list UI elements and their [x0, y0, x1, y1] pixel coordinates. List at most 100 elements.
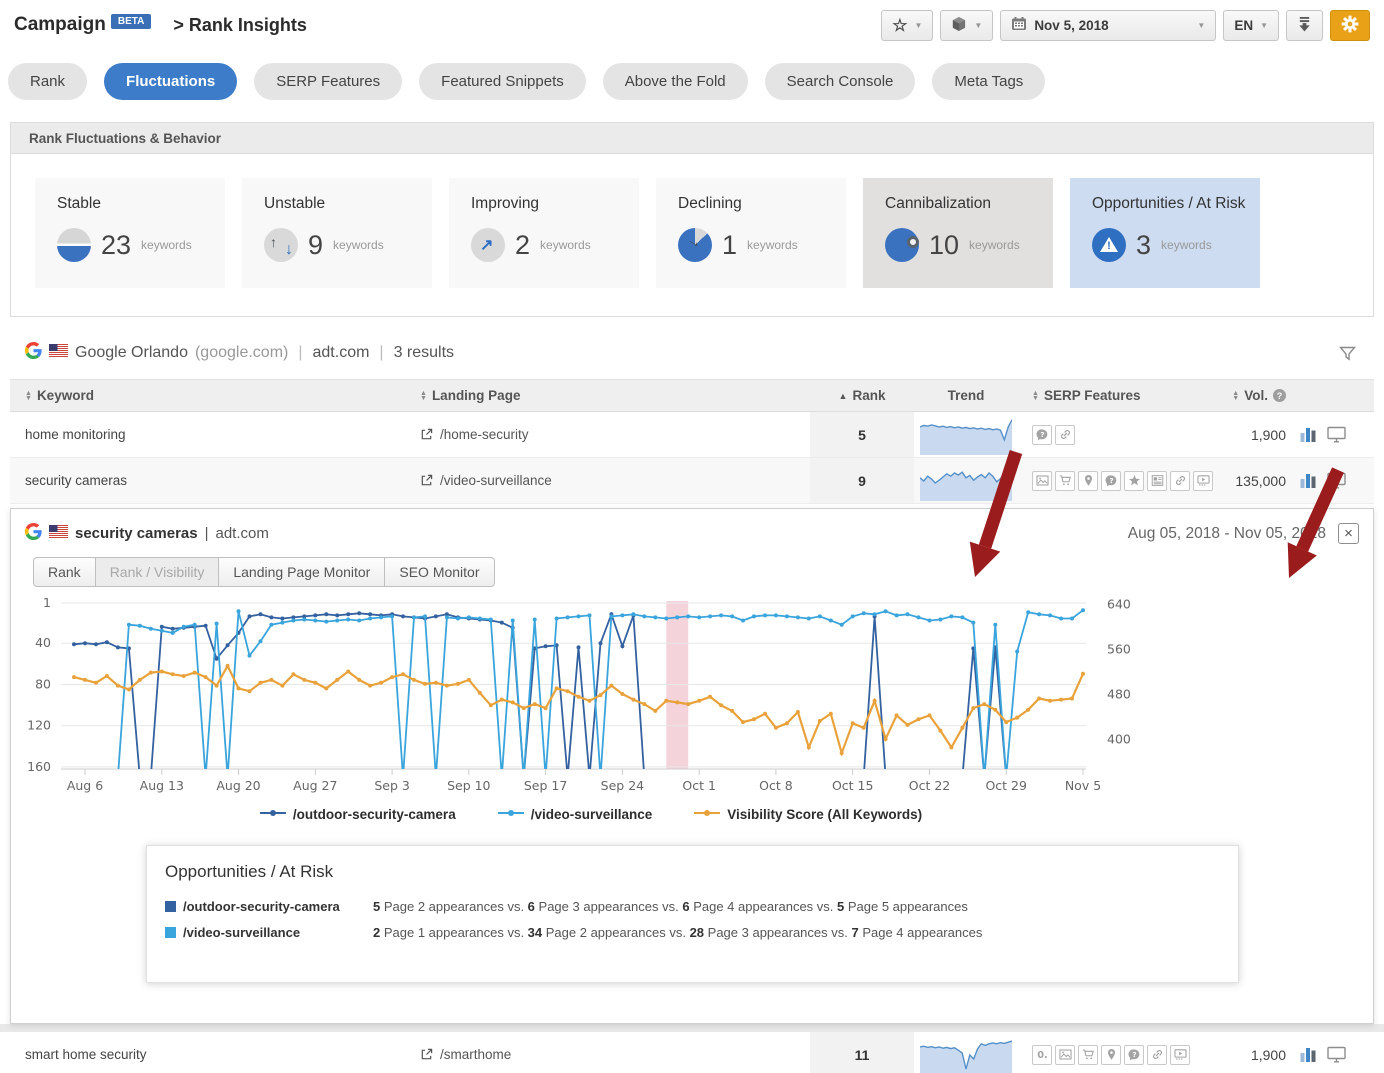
- card-count: 23: [101, 230, 131, 261]
- card-unit: keywords: [1161, 238, 1212, 252]
- tab-search-console[interactable]: Search Console: [765, 63, 916, 100]
- series-swatch: [165, 927, 176, 938]
- svg-text:Aug 20: Aug 20: [216, 778, 260, 793]
- serp-preview-icon[interactable]: [1327, 472, 1346, 489]
- detail-tab-rank-visibility[interactable]: Rank / Visibility: [96, 557, 220, 587]
- stable-icon: [57, 228, 91, 262]
- sort-icon: ▲▼: [1232, 391, 1239, 401]
- star-icon: ☆: [892, 17, 907, 34]
- opportunities-risk-panel: Opportunities / At Risk /outdoor-securit…: [146, 845, 1239, 983]
- legend-item-visibility-score-all-keywords-[interactable]: Visibility Score (All Keywords): [694, 805, 922, 823]
- detail-tab-landing-page-monitor[interactable]: Landing Page Monitor: [219, 557, 385, 587]
- column-header-keyword[interactable]: ▲▼Keyword: [10, 388, 420, 403]
- chevron-down-icon: ▼: [914, 21, 922, 30]
- landing-page-link[interactable]: /home-security: [440, 427, 529, 442]
- external-link-icon: [420, 474, 433, 487]
- card-count: 3: [1136, 230, 1151, 261]
- declining-icon: →: [678, 228, 712, 262]
- app-title: Campaign: [14, 14, 106, 36]
- card-unstable[interactable]: Unstable↑↓9keywords: [242, 178, 432, 288]
- chevron-down-icon: ▼: [1260, 21, 1268, 30]
- chevron-down-icon: ▼: [974, 21, 982, 30]
- svg-text:Oct 1: Oct 1: [682, 778, 716, 793]
- card-cannibalization[interactable]: Cannibalization10keywords: [863, 178, 1053, 288]
- serp-preview-icon[interactable]: [1327, 426, 1346, 443]
- table-row[interactable]: security cameras/video-surveillance9?135…: [10, 458, 1374, 504]
- card-unit: keywords: [333, 238, 384, 252]
- svg-text:Oct 8: Oct 8: [759, 778, 793, 793]
- download-icon: [1297, 16, 1312, 35]
- volume-cell: 1,900: [1218, 412, 1290, 457]
- svg-text:Aug 6: Aug 6: [67, 778, 103, 793]
- trend-sparkline[interactable]: [914, 458, 1018, 503]
- row-actions: [1290, 1032, 1356, 1073]
- legend-label: /outdoor-security-camera: [293, 807, 456, 822]
- rank-cell: 11: [810, 1032, 914, 1073]
- close-icon[interactable]: ×: [1338, 523, 1359, 544]
- table-row[interactable]: home monitoring/home-security5?1,900: [10, 412, 1374, 458]
- svg-text:Oct 22: Oct 22: [909, 778, 951, 793]
- rank-cell: 9: [810, 458, 914, 503]
- serp-features-cell: ?: [1018, 412, 1218, 457]
- tab-above-the-fold[interactable]: Above the Fold: [603, 63, 748, 100]
- help-icon[interactable]: ?: [1273, 389, 1286, 402]
- detail-tab-rank[interactable]: Rank: [33, 557, 96, 587]
- package-dropdown[interactable]: ▼: [940, 10, 993, 41]
- landing-page-link[interactable]: /smarthome: [440, 1047, 511, 1062]
- language-value: EN: [1234, 18, 1253, 33]
- tab-meta-tags[interactable]: Meta Tags: [932, 63, 1045, 100]
- tab-fluctuations[interactable]: Fluctuations: [104, 63, 237, 100]
- google-logo-icon: [25, 342, 42, 364]
- separator: |: [205, 525, 209, 542]
- legend-marker: [694, 805, 720, 823]
- language-selector[interactable]: EN ▼: [1223, 10, 1279, 41]
- fluctuations-panel: Rank Fluctuations & Behavior Stable23key…: [10, 122, 1374, 317]
- card-count: 2: [515, 230, 530, 261]
- series-swatch: [165, 901, 176, 912]
- trend-sparkline[interactable]: [914, 1032, 1018, 1073]
- date-selector[interactable]: Nov 5, 2018 ▼: [1000, 10, 1216, 41]
- column-header-rank[interactable]: ▲Rank: [810, 388, 914, 403]
- cannibalization-icon: [885, 228, 919, 262]
- risk-panel-title: Opportunities / At Risk: [165, 862, 1220, 882]
- table-row[interactable]: smart home security/smarthome110.?1,900: [10, 1032, 1374, 1073]
- warning-icon: !: [1092, 228, 1126, 262]
- svg-text:480: 480: [1107, 687, 1131, 702]
- beta-badge: BETA: [111, 14, 151, 29]
- legend-item--outdoor-security-camera[interactable]: /outdoor-security-camera: [260, 805, 456, 823]
- card-label: Improving: [471, 195, 639, 213]
- image-pack-icon: [1032, 471, 1052, 491]
- tab-serp-features[interactable]: SERP Features: [254, 63, 402, 100]
- keyword-cell: security cameras: [10, 458, 420, 503]
- card-opportunities-at-risk[interactable]: Opportunities / At Risk!3keywords: [1070, 178, 1260, 288]
- column-header-volume[interactable]: ▲▼Vol.?: [1218, 388, 1290, 403]
- card-declining[interactable]: Declining→1keywords: [656, 178, 846, 288]
- panel-title: Rank Fluctuations & Behavior: [11, 123, 1373, 154]
- link-icon: [1147, 1045, 1167, 1065]
- tab-rank[interactable]: Rank: [8, 63, 87, 100]
- settings-button[interactable]: [1330, 10, 1370, 41]
- rank-history-icon[interactable]: [1300, 426, 1318, 443]
- sort-asc-icon: ▲: [839, 391, 848, 401]
- risk-row-text: 5 Page 2 appearances vs. 6 Page 3 appear…: [373, 899, 968, 914]
- serp-preview-icon[interactable]: [1327, 1046, 1346, 1063]
- rank-history-icon[interactable]: [1300, 1046, 1318, 1063]
- risk-row-text: 2 Page 1 appearances vs. 34 Page 2 appea…: [373, 925, 982, 940]
- card-improving[interactable]: Improving↗2keywords: [449, 178, 639, 288]
- download-button[interactable]: [1286, 10, 1323, 41]
- tab-featured-snippets[interactable]: Featured Snippets: [419, 63, 586, 100]
- favorites-dropdown[interactable]: ☆ ▼: [881, 10, 933, 41]
- column-header-serp-features[interactable]: ▲▼SERP Features: [1018, 388, 1218, 403]
- card-stable[interactable]: Stable23keywords: [35, 178, 225, 288]
- trend-sparkline[interactable]: [914, 412, 1018, 457]
- row-actions: [1290, 412, 1356, 457]
- detail-tab-seo-monitor[interactable]: SEO Monitor: [385, 557, 494, 587]
- shopping-cart-icon: [1078, 1045, 1098, 1065]
- filter-icon[interactable]: [1339, 346, 1356, 361]
- gear-icon: [1341, 15, 1359, 36]
- landing-page-link[interactable]: /video-surveillance: [440, 473, 552, 488]
- rank-history-icon[interactable]: [1300, 472, 1318, 489]
- svg-text:Nov 5: Nov 5: [1065, 778, 1101, 793]
- column-header-landing-page[interactable]: ▲▼Landing Page: [420, 388, 810, 403]
- legend-item--video-surveillance[interactable]: /video-surveillance: [498, 805, 653, 823]
